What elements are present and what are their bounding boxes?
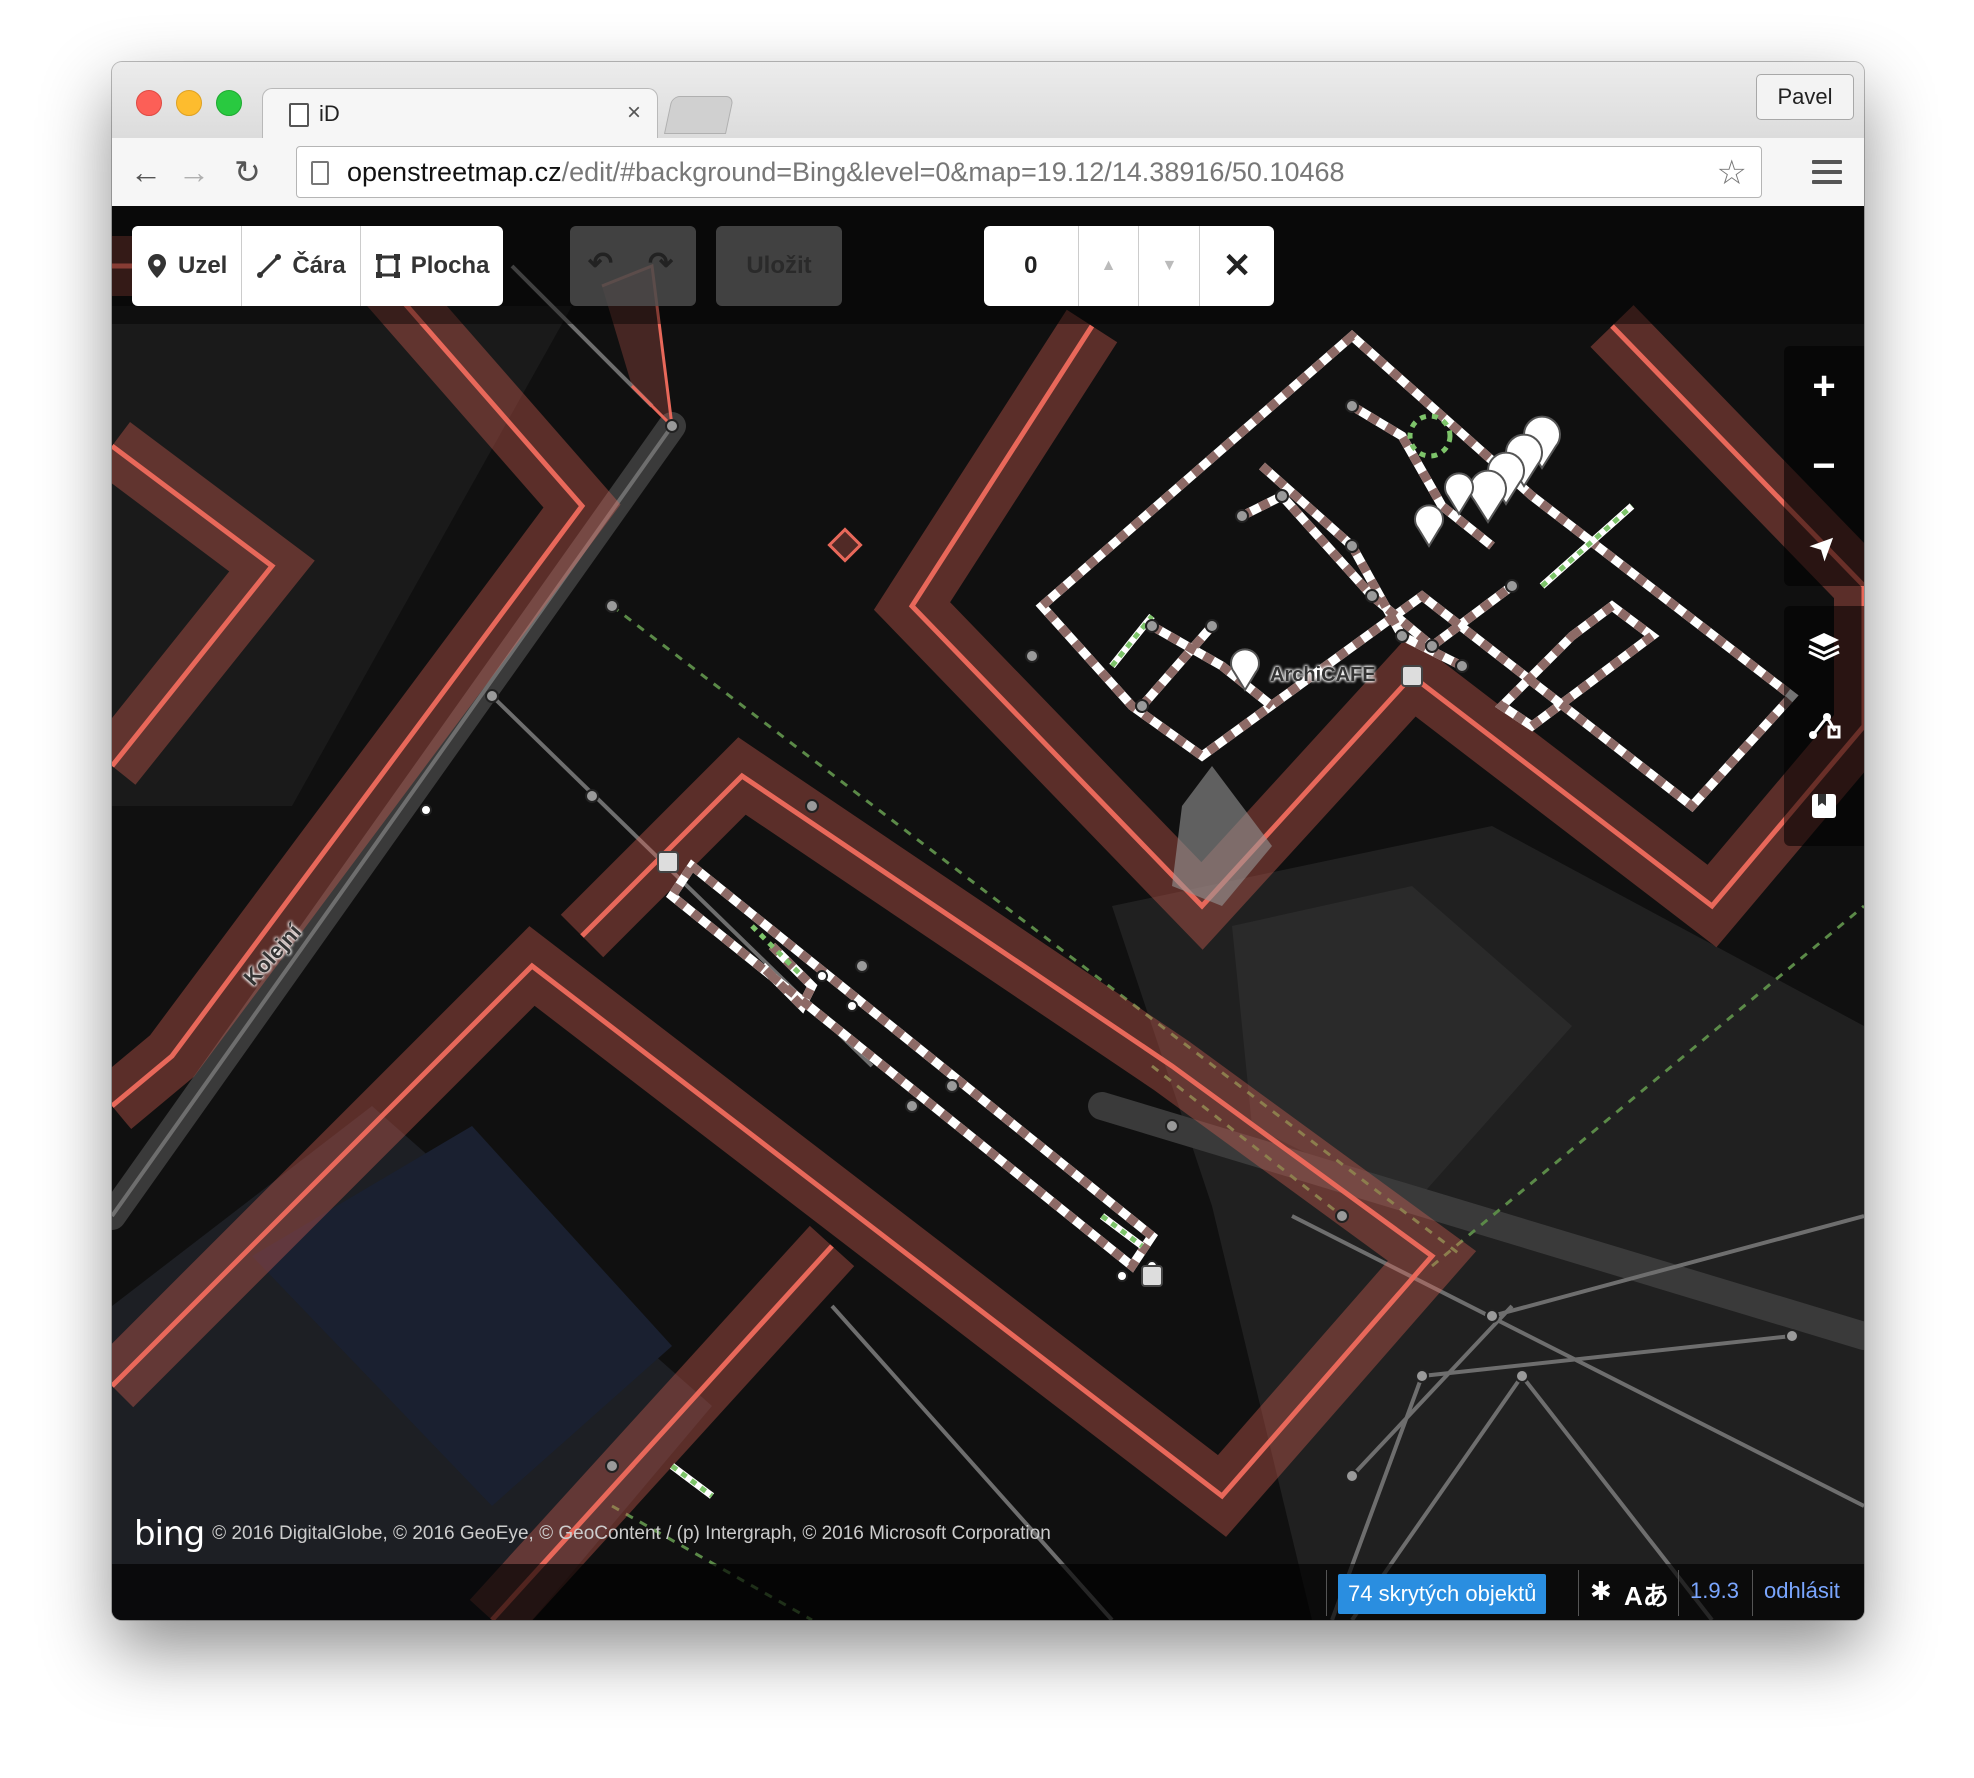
hidden-features-badge[interactable]: 74 skrytých objektů	[1338, 1574, 1547, 1614]
forward-icon[interactable]: →	[178, 152, 210, 192]
add-line-label: Čára	[292, 252, 346, 279]
add-area-label: Plocha	[410, 252, 490, 279]
undo-redo-group: ↶ ↷	[570, 226, 696, 306]
map-canvas[interactable]: Kolejní ArchiCAFE Uzel Čára Plocha ↶ ↷ U…	[112, 206, 1864, 1620]
bing-logo: bing	[134, 1514, 205, 1554]
minimize-window-icon[interactable]	[176, 90, 202, 116]
page-icon	[311, 161, 329, 185]
bug-report-icon[interactable]: ✱	[1590, 1576, 1612, 1607]
area-icon	[375, 254, 400, 278]
browser-tab[interactable]: iD ×	[262, 88, 658, 141]
level-control: 0 ▲ ▼ ✕	[984, 226, 1274, 306]
redo-icon[interactable]: ↷	[648, 246, 673, 281]
line-icon	[257, 254, 282, 278]
profile-button[interactable]: Pavel	[1756, 74, 1854, 120]
add-feature-buttons: Uzel Čára Plocha	[132, 226, 504, 306]
save-button[interactable]: Uložit	[716, 226, 842, 306]
tab-close-icon[interactable]: ×	[627, 99, 641, 127]
map-data-icon[interactable]	[1784, 686, 1864, 766]
level-up-icon[interactable]: ▲	[1079, 226, 1140, 306]
tab-strip: iD × Pavel	[112, 62, 1864, 141]
reload-icon[interactable]: ↻	[234, 152, 261, 192]
point-icon	[148, 254, 166, 278]
add-line-button[interactable]: Čára	[242, 226, 361, 306]
maximize-window-icon[interactable]	[216, 90, 242, 116]
imagery-attribution: bing © 2016 DigitalGlobe, © 2016 GeoEye, …	[134, 1514, 1051, 1554]
background-layers-icon[interactable]	[1784, 606, 1864, 686]
url-path: /edit/#background=Bing&level=0&map=19.12…	[561, 157, 1345, 187]
version-link[interactable]: 1.9.3	[1690, 1578, 1739, 1604]
close-window-icon[interactable]	[136, 90, 162, 116]
add-point-label: Uzel	[178, 252, 228, 279]
attribution-text: © 2016 DigitalGlobe, © 2016 GeoEye, © Ge…	[212, 1523, 1051, 1544]
map-surface	[112, 206, 1864, 1620]
add-point-button[interactable]: Uzel	[132, 226, 243, 306]
new-tab-button[interactable]	[663, 96, 735, 134]
bookmark-star-icon[interactable]: ☆	[1717, 153, 1747, 193]
url-text[interactable]: openstreetmap.cz/edit/#background=Bing&l…	[347, 157, 1345, 188]
back-icon[interactable]: ←	[130, 152, 162, 192]
level-close-icon[interactable]: ✕	[1200, 226, 1274, 306]
editor-footer: 74 skrytých objektů ✱ Aあ 1.9.3 odhlásit	[112, 1564, 1864, 1620]
zoom-in-icon[interactable]: +	[1784, 346, 1864, 426]
poi-label-archicafe[interactable]: ArchiCAFE	[1270, 664, 1376, 687]
browser-window: iD × Pavel ← → ↻ openstreetmap.cz/edit/#…	[112, 62, 1864, 1620]
browser-toolbar: ← → ↻ openstreetmap.cz/edit/#background=…	[112, 138, 1864, 207]
level-down-icon[interactable]: ▼	[1139, 226, 1201, 306]
document-icon	[289, 103, 309, 127]
map-controls: + − ➤	[1784, 346, 1864, 586]
url-host: openstreetmap.cz	[347, 157, 562, 187]
panel-controls	[1784, 606, 1864, 846]
help-icon[interactable]	[1784, 766, 1864, 846]
address-bar[interactable]: openstreetmap.cz/edit/#background=Bing&l…	[296, 146, 1762, 198]
add-area-button[interactable]: Plocha	[361, 226, 504, 306]
level-value[interactable]: 0	[984, 226, 1079, 306]
tab-title: iD	[319, 101, 340, 126]
undo-icon[interactable]: ↶	[588, 246, 613, 281]
menu-icon[interactable]	[1812, 160, 1842, 184]
logout-link[interactable]: odhlásit	[1764, 1578, 1840, 1604]
translate-icon[interactable]: Aあ	[1624, 1576, 1669, 1613]
editor-top-bar: Uzel Čára Plocha ↶ ↷ Uložit 0 ▲ ▼ ✕	[112, 206, 1864, 324]
